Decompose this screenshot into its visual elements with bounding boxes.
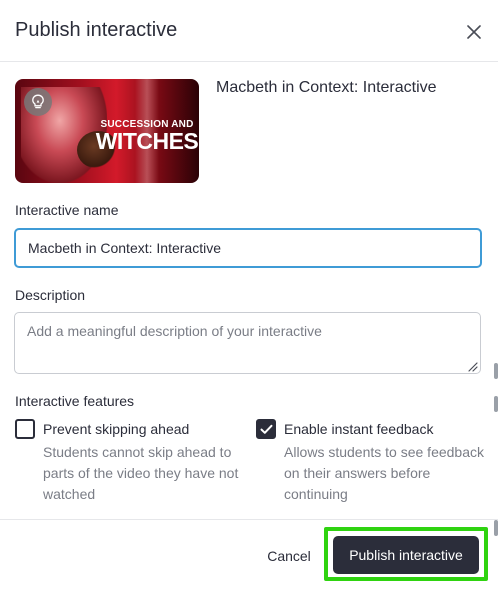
dialog-header: Publish interactive xyxy=(0,0,498,62)
thumbnail-text-line2: WITCHES xyxy=(95,128,199,154)
scrollbar-edge-mark xyxy=(494,520,498,536)
scrollbar-edge-mark xyxy=(494,363,498,379)
interactive-features-label: Interactive features xyxy=(15,393,135,409)
feature-description: Students cannot skip ahead to parts of t… xyxy=(43,444,239,502)
resize-grip-icon[interactable] xyxy=(467,361,478,372)
feature-title: Prevent skipping ahead xyxy=(43,421,190,437)
video-title: Macbeth in Context: Interactive xyxy=(216,79,437,96)
description-label: Description xyxy=(15,287,86,303)
interactive-name-label: Interactive name xyxy=(15,202,119,218)
close-button[interactable] xyxy=(462,20,486,44)
footer-divider xyxy=(0,519,498,520)
feature-description: Allows students to see feedback on their… xyxy=(284,444,485,502)
checkmark-icon xyxy=(260,424,272,434)
description-textarea[interactable] xyxy=(14,312,481,374)
scrollbar-edge-mark xyxy=(494,396,498,412)
cancel-button[interactable]: Cancel xyxy=(256,538,322,574)
instant-feedback-checkbox[interactable] xyxy=(256,419,276,439)
lightbulb-icon xyxy=(32,94,44,109)
prevent-skipping-checkbox[interactable] xyxy=(15,419,35,439)
feature-title: Enable instant feedback xyxy=(284,421,434,437)
publish-interactive-button[interactable]: Publish interactive xyxy=(333,536,479,574)
close-icon xyxy=(467,25,481,39)
publish-dialog: Publish interactive SUCCESSION AND WITCH… xyxy=(0,0,498,592)
lightbulb-badge xyxy=(24,88,52,116)
interactive-name-input[interactable] xyxy=(14,228,482,268)
dialog-title: Publish interactive xyxy=(15,19,178,41)
video-thumbnail: SUCCESSION AND WITCHES 10m xyxy=(15,79,199,183)
